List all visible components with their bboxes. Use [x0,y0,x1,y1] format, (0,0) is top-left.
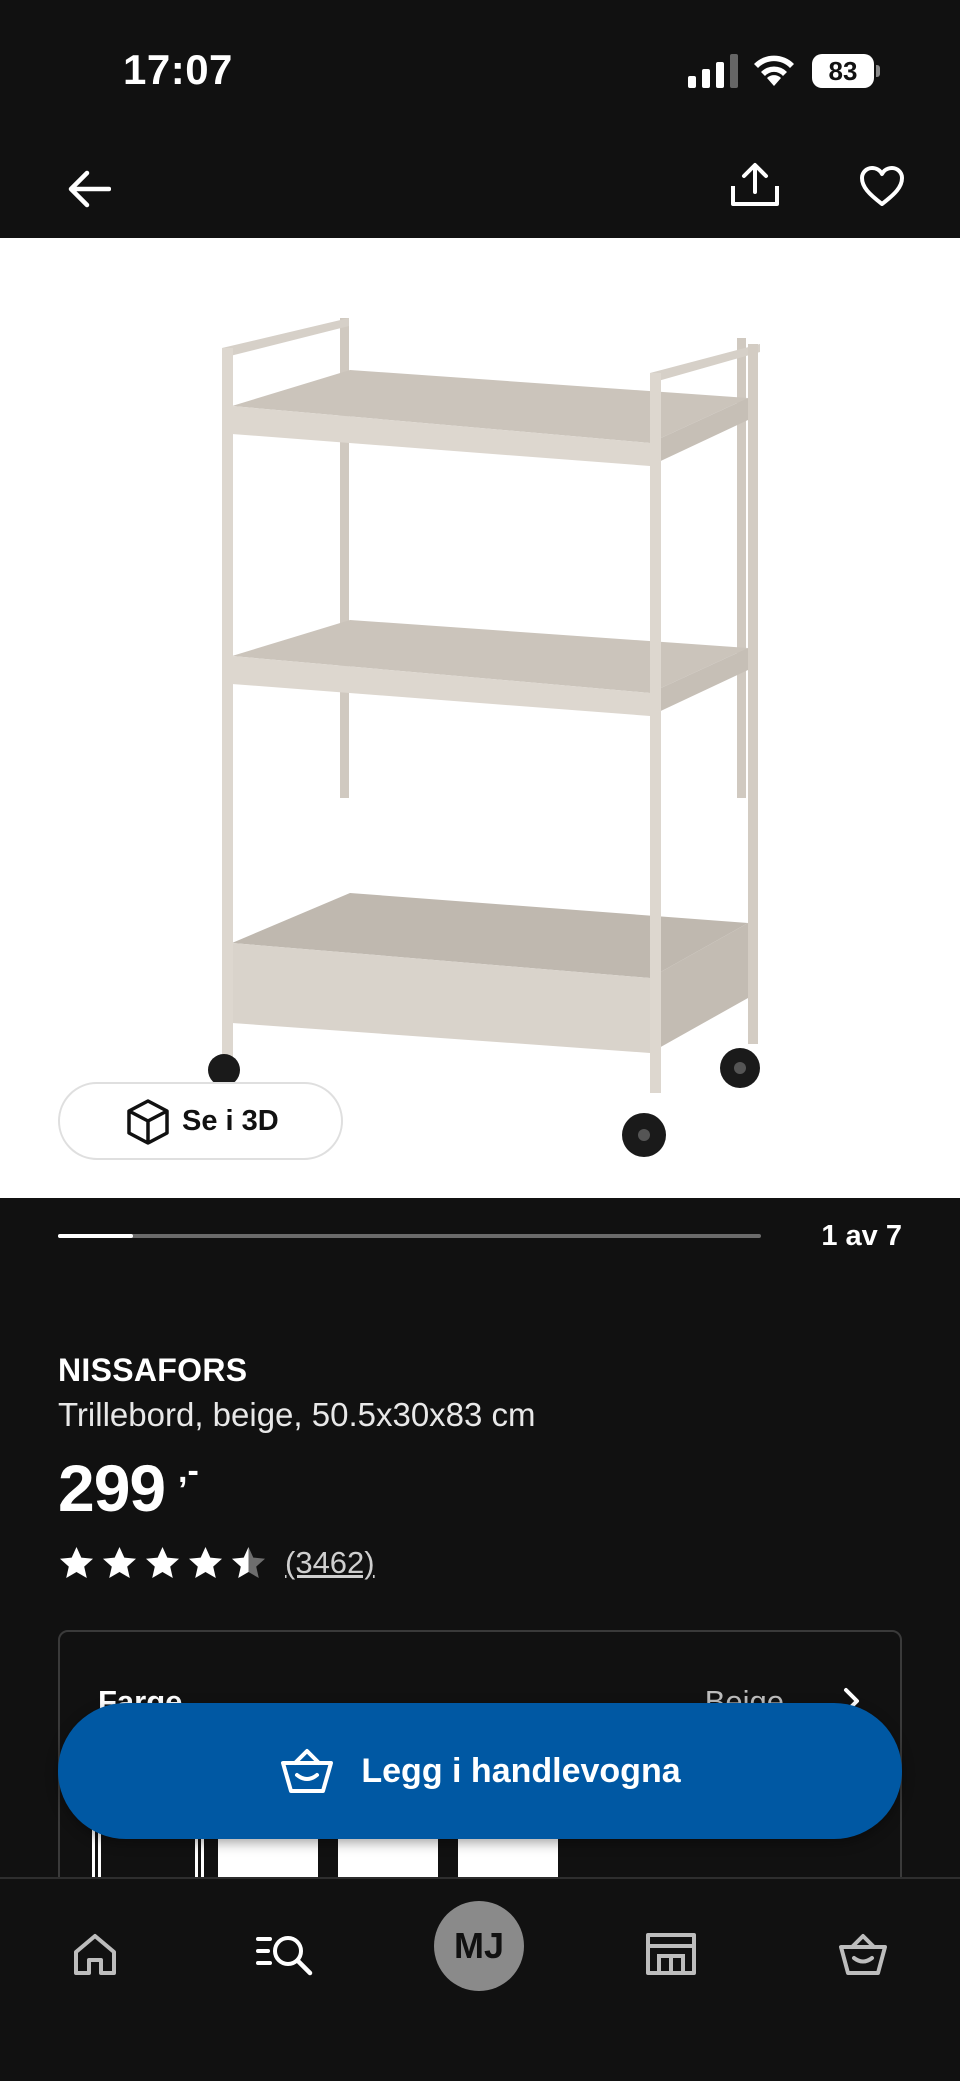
search-list-icon [256,1936,313,1976]
add-to-cart-label: Legg i handlevogna [361,1751,681,1790]
pager-track[interactable] [58,1234,761,1238]
avatar-initials: MJ [453,1925,504,1966]
home-icon [74,1934,116,1975]
product-rating[interactable]: (3462) [58,1540,375,1586]
tab-search[interactable] [250,1919,320,1989]
star-icon [146,1546,179,1578]
cart-icon [839,1934,887,1975]
star-icon [103,1546,136,1578]
cellular-signal-icon [688,54,738,88]
star-icon [60,1546,93,1578]
heart-icon [860,166,904,206]
product-price: 299 [58,1451,166,1525]
tab-cart[interactable] [828,1919,898,1989]
tab-store[interactable] [636,1919,706,1989]
review-count-link[interactable]: (3462) [285,1545,375,1581]
shopping-basket-icon [281,1749,334,1793]
cube-icon [127,1099,169,1145]
favorite-button[interactable] [850,154,914,218]
product-photo [208,318,760,1157]
rating-stars [58,1545,267,1582]
arrow-left-icon [68,170,111,208]
tab-home[interactable] [60,1919,130,1989]
status-bar: 17:07 83 [0,0,960,140]
star-icon [189,1546,222,1578]
pager-count: 1 av 7 [821,1220,902,1252]
tab-profile[interactable]: MJ [434,1901,524,1991]
wifi-icon [754,55,794,86]
status-time: 17:07 [123,46,233,93]
product-image-carousel[interactable]: Se i 3D [0,238,960,1198]
image-pager: 1 av 7 [58,1220,902,1260]
bottom-tab-bar: MJ [0,1877,960,2081]
product-description: Trillebord, beige, 50.5x30x83 cm [58,1396,536,1433]
add-to-cart-button[interactable]: Legg i handlevogna [58,1703,902,1839]
back-button[interactable] [58,158,120,220]
product-name: NISSAFORS [58,1352,248,1388]
store-icon [646,1933,696,1975]
view-in-3d-label: Se i 3D [182,1104,279,1137]
battery-indicator: 83 [812,54,880,88]
top-navigation [0,140,960,238]
share-button[interactable] [722,152,788,218]
battery-level: 83 [812,54,874,88]
share-icon [731,163,779,206]
view-in-3d-button[interactable]: Se i 3D [58,1082,343,1160]
pager-progress [58,1234,134,1238]
star-icon [232,1546,265,1578]
price-suffix: ,- [178,1452,199,1490]
